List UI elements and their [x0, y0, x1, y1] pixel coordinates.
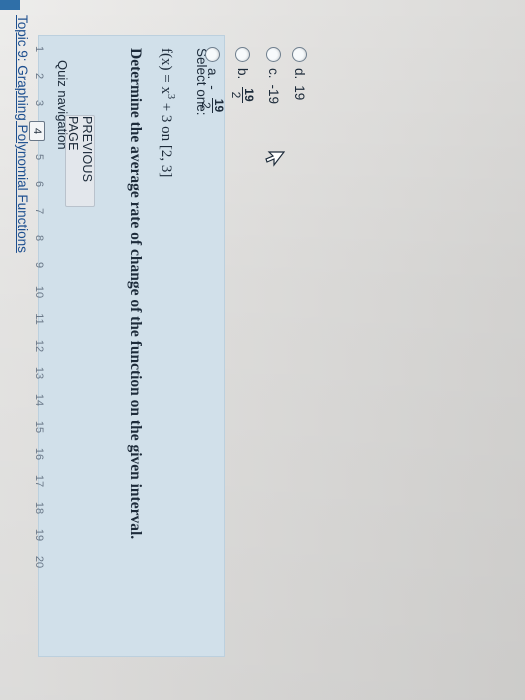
- quiz-navigation-pages: 1 2 3 4 5 6 7 8 9 10 11 12 13 14 15 16 17 18 19 20: [25, 40, 45, 660]
- quiz-nav-page-14[interactable]: 14: [33, 391, 45, 409]
- option-a-fraction: 19 2: [199, 97, 226, 114]
- quiz-nav-page-6[interactable]: 6: [33, 175, 45, 193]
- quiz-nav-page-13[interactable]: 13: [33, 364, 45, 382]
- formula-lhs: f(x) = x: [158, 48, 174, 94]
- formula-rhs: + 3 on [2, 3]: [158, 98, 174, 178]
- quiz-nav-page-4[interactable]: 4: [29, 121, 45, 141]
- option-a-sign: -: [205, 85, 220, 90]
- quiz-nav-page-2[interactable]: 2: [33, 67, 45, 85]
- option-a-numerator: 19: [212, 97, 226, 114]
- quiz-navigation-heading: Quiz navigation: [55, 60, 70, 150]
- option-a-letter: a.: [205, 68, 220, 80]
- option-d[interactable]: d. 19: [292, 47, 307, 100]
- quiz-nav-page-5[interactable]: 5: [33, 148, 45, 166]
- quiz-nav-page-15[interactable]: 15: [33, 418, 45, 436]
- option-b[interactable]: b. 19 2: [229, 47, 256, 103]
- option-b-denominator: 2: [229, 91, 243, 99]
- function-formula: f(x) = x3 + 3 on [2, 3]: [157, 48, 176, 177]
- quiz-nav-page-20[interactable]: 20: [33, 553, 45, 571]
- option-d-radio[interactable]: [292, 47, 307, 62]
- quiz-nav-page-17[interactable]: 17: [33, 472, 45, 490]
- quiz-nav-page-10[interactable]: 10: [33, 283, 45, 301]
- quiz-nav-page-19[interactable]: 19: [33, 526, 45, 544]
- quiz-nav-page-8[interactable]: 8: [33, 229, 45, 247]
- quiz-nav-page-9[interactable]: 9: [33, 256, 45, 274]
- question-text: Determine the average rate of change of …: [127, 48, 144, 540]
- quiz-nav-page-7[interactable]: 7: [33, 202, 45, 220]
- option-c-letter: c.: [266, 68, 281, 79]
- quiz-nav-page-1[interactable]: 1: [33, 40, 45, 58]
- option-b-fraction: 19 2: [229, 87, 256, 103]
- quiz-nav-page-12[interactable]: 12: [33, 337, 45, 355]
- option-c[interactable]: c. -19: [266, 47, 281, 104]
- quiz-nav-page-16[interactable]: 16: [33, 445, 45, 463]
- quiz-nav-page-18[interactable]: 18: [33, 499, 45, 517]
- page-content: Topic 9: Graphing Polynomial Functions D…: [0, 0, 525, 700]
- quiz-nav-page-3[interactable]: 3: [33, 94, 45, 112]
- option-b-radio[interactable]: [235, 47, 250, 62]
- option-a[interactable]: a. - 19 2: [199, 47, 226, 114]
- quiz-nav-page-11[interactable]: 11: [33, 310, 45, 328]
- mouse-pointer-icon: [265, 151, 285, 167]
- option-b-numerator: 19: [242, 87, 256, 103]
- top-accent-bar: [0, 0, 20, 10]
- option-c-value: -19: [266, 84, 281, 105]
- option-d-letter: d.: [292, 68, 307, 80]
- option-b-letter: b.: [235, 68, 250, 80]
- option-a-radio[interactable]: [205, 47, 220, 62]
- option-a-denominator: 2: [199, 102, 213, 109]
- option-c-radio[interactable]: [266, 47, 281, 62]
- option-d-value: 19: [292, 85, 307, 101]
